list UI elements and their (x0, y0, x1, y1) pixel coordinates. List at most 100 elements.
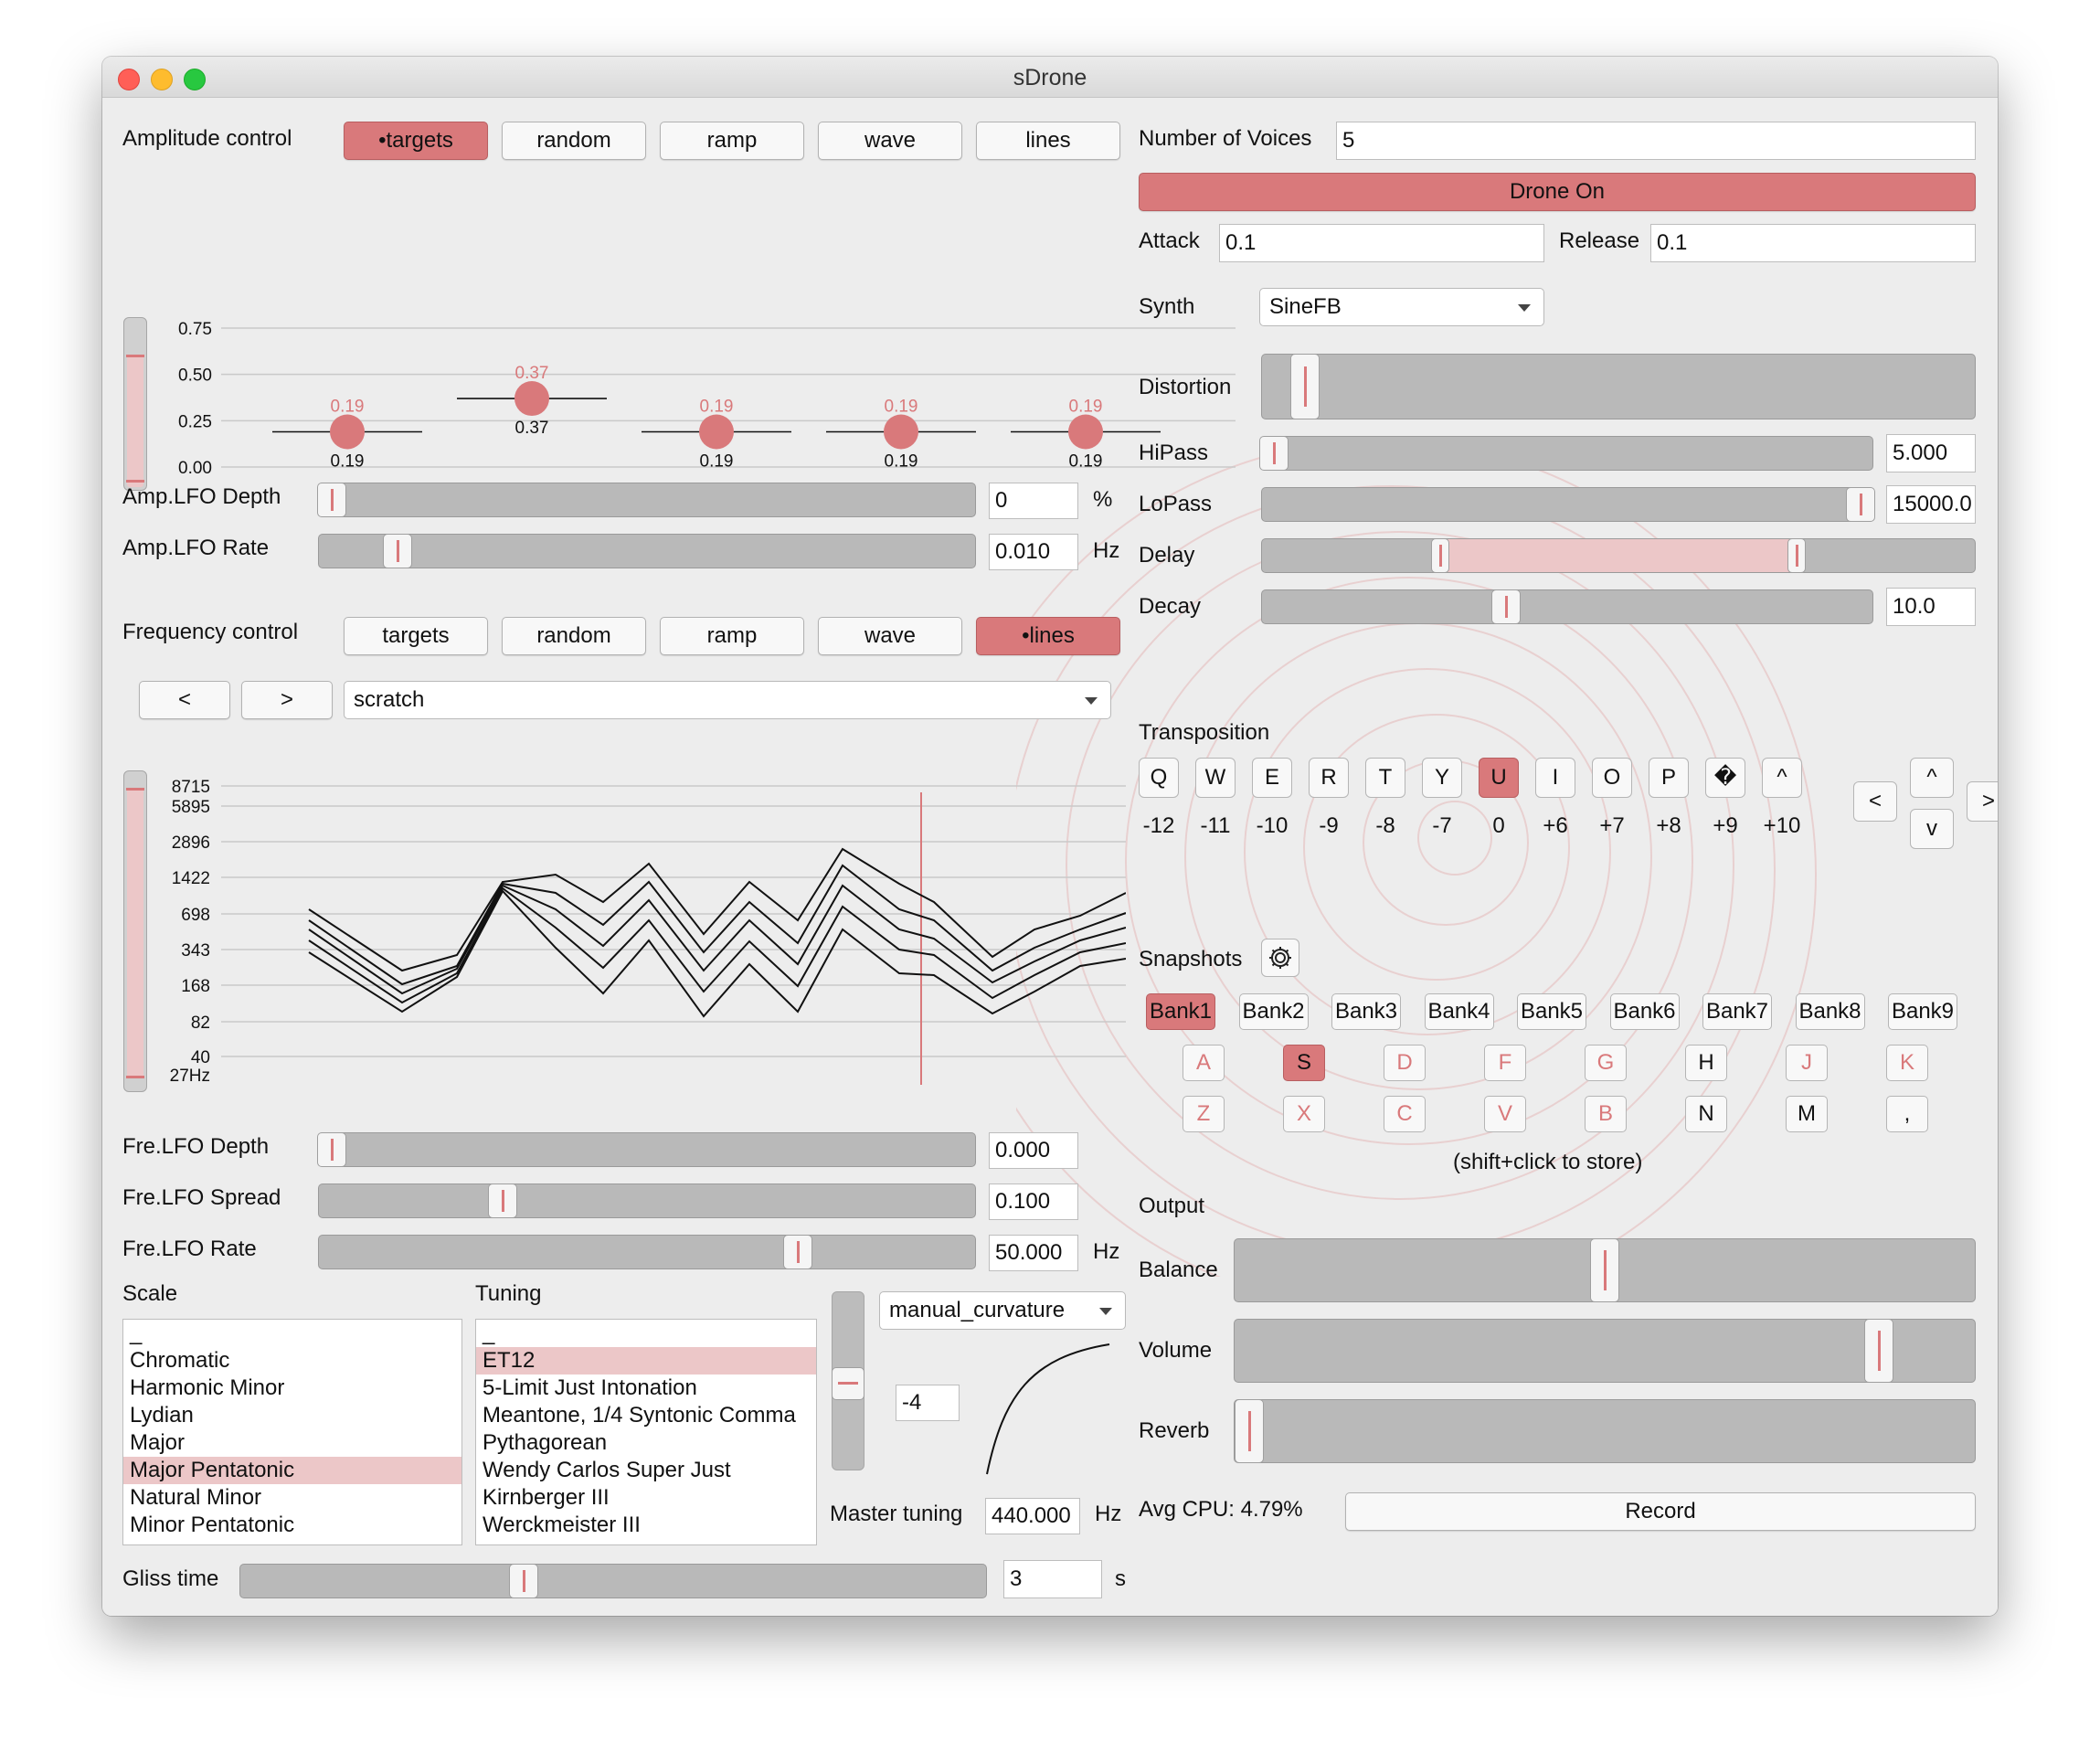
slider-handle[interactable] (1259, 436, 1289, 471)
slider-handle[interactable] (317, 1132, 347, 1167)
frequency-mode-button[interactable]: targets (344, 617, 488, 655)
transpose-key[interactable]: R (1309, 758, 1349, 798)
distortion-slider[interactable] (1261, 354, 1976, 419)
slider-handle[interactable] (383, 534, 413, 568)
transpose-key[interactable]: W (1195, 758, 1236, 798)
snapshot-key[interactable]: Z (1183, 1096, 1225, 1132)
slider-handle[interactable] (1491, 589, 1522, 624)
slider-handle[interactable] (783, 1235, 813, 1269)
lopass-slider[interactable] (1261, 487, 1875, 522)
transpose-up-button[interactable]: ^ (1910, 758, 1954, 798)
snapshot-key[interactable]: K (1886, 1045, 1928, 1081)
transpose-key[interactable]: E (1252, 758, 1292, 798)
attack-input[interactable]: 0.1 (1219, 224, 1544, 262)
target-handle[interactable] (330, 414, 365, 450)
amp-lfo-rate-slider[interactable] (318, 534, 976, 568)
amplitude-mode-button[interactable]: ramp (660, 122, 804, 160)
transpose-left-button[interactable]: < (1853, 781, 1897, 822)
target-handle[interactable] (514, 381, 549, 417)
amp-lfo-rate-input[interactable]: 0.010 (989, 534, 1078, 570)
drone-on-button[interactable]: Drone On (1139, 173, 1976, 211)
scale-item[interactable]: Major Pentatonic (123, 1457, 461, 1484)
tuning-item[interactable]: _ (476, 1320, 816, 1347)
snapshot-key[interactable]: F (1484, 1045, 1526, 1081)
snapshot-key[interactable]: S (1283, 1045, 1325, 1081)
target-handle[interactable] (1068, 414, 1103, 450)
snapshot-key[interactable]: A (1183, 1045, 1225, 1081)
amp-lfo-depth-input[interactable]: 0 (989, 483, 1078, 519)
fre-lfo-spread-input[interactable]: 0.100 (989, 1184, 1078, 1220)
tuning-list[interactable]: _ ET12 5-Limit Just Intonation Meantone, 1/… (475, 1319, 817, 1545)
preset-select[interactable]: scratch (344, 681, 1111, 719)
snapshot-key[interactable]: N (1685, 1096, 1727, 1132)
slider-handle[interactable] (509, 1564, 539, 1598)
curvature-slider[interactable] (832, 1291, 864, 1470)
release-input[interactable]: 0.1 (1650, 224, 1976, 262)
scale-item[interactable]: Lydian (123, 1402, 461, 1429)
hipass-slider[interactable] (1259, 436, 1873, 471)
transpose-key[interactable]: ^ (1762, 758, 1802, 798)
snapshot-bank-button[interactable]: Bank7 (1702, 993, 1772, 1030)
snapshot-bank-button[interactable]: Bank6 (1609, 993, 1680, 1030)
synth-select[interactable]: SineFB (1259, 288, 1544, 326)
scale-item[interactable]: Major (123, 1429, 461, 1457)
lopass-input[interactable]: 15000.0 (1886, 485, 1976, 524)
tuning-item[interactable]: Werckmeister III (476, 1512, 816, 1539)
fre-lfo-rate-input[interactable]: 50.000 (989, 1235, 1078, 1271)
master-tuning-input[interactable]: 440.000 (985, 1498, 1080, 1534)
balance-slider[interactable] (1234, 1238, 1976, 1302)
tuning-item[interactable]: Kirnberger III (476, 1484, 816, 1512)
record-button[interactable]: Record (1345, 1492, 1976, 1531)
snapshot-key[interactable]: D (1384, 1045, 1426, 1081)
slider-handle[interactable] (1845, 487, 1875, 522)
tuning-item[interactable]: 5-Limit Just Intonation (476, 1375, 816, 1402)
snapshot-key[interactable]: , (1886, 1096, 1928, 1132)
transpose-key[interactable]: P (1649, 758, 1689, 798)
tuning-item[interactable]: Wendy Carlos Super Just (476, 1457, 816, 1484)
tuning-item[interactable]: Pythagorean (476, 1429, 816, 1457)
curvature-value-input[interactable]: -4 (896, 1385, 960, 1421)
amplitude-mode-button[interactable]: lines (976, 122, 1120, 160)
delay-range-handle[interactable] (1787, 538, 1806, 573)
target-handle[interactable] (699, 414, 734, 450)
curvature-mode-select[interactable]: manual_curvature (879, 1291, 1126, 1330)
snapshot-key[interactable]: J (1786, 1045, 1828, 1081)
amplitude-mode-button[interactable]: random (502, 122, 646, 160)
slider-handle[interactable] (488, 1184, 518, 1218)
snapshot-key[interactable]: C (1384, 1096, 1426, 1132)
slider-handle[interactable] (317, 483, 347, 517)
tuning-item[interactable]: Meantone, 1/4 Syntonic Comma (476, 1402, 816, 1429)
amplitude-targets-plot[interactable]: 0.75 0.50 0.25 0.00 0.19 0.19 0.37 0.37 0.19 0.19… (157, 308, 1236, 500)
amplitude-mode-button[interactable]: wave (818, 122, 962, 160)
transpose-right-button[interactable]: > (1967, 781, 1998, 822)
transpose-down-button[interactable]: v (1910, 809, 1954, 849)
fre-lfo-spread-slider[interactable] (318, 1184, 976, 1218)
slider-handle[interactable] (1863, 1319, 1893, 1383)
scale-list[interactable]: _ Chromatic Harmonic Minor Lydian Major Major… (122, 1319, 462, 1545)
scale-item[interactable]: Harmonic Minor (123, 1375, 461, 1402)
amplitude-master-slider[interactable] (123, 317, 147, 491)
snapshot-key[interactable]: X (1283, 1096, 1325, 1132)
snapshot-bank-button[interactable]: Bank5 (1517, 993, 1586, 1030)
snapshot-bank-button[interactable]: Bank1 (1146, 993, 1215, 1030)
tuning-item[interactable]: ET12 (476, 1347, 816, 1375)
frequency-mode-button[interactable]: wave (818, 617, 962, 655)
frequency-mode-button[interactable]: ramp (660, 617, 804, 655)
snapshot-bank-button[interactable]: Bank4 (1424, 993, 1494, 1030)
transpose-key[interactable]: I (1535, 758, 1575, 798)
transpose-key[interactable]: O (1592, 758, 1632, 798)
amp-lfo-depth-slider[interactable] (317, 483, 976, 517)
volume-slider[interactable] (1234, 1319, 1976, 1383)
snapshot-key[interactable]: V (1484, 1096, 1526, 1132)
decay-slider[interactable] (1261, 589, 1873, 624)
transpose-key[interactable]: U (1479, 758, 1519, 798)
snapshot-bank-button[interactable]: Bank9 (1888, 993, 1957, 1030)
gliss-time-input[interactable]: 3 (1003, 1560, 1102, 1598)
decay-input[interactable]: 10.0 (1886, 588, 1976, 626)
delay-range-slider[interactable] (1261, 538, 1976, 573)
snapshot-key[interactable]: B (1585, 1096, 1627, 1132)
scale-item[interactable]: _ (123, 1320, 461, 1347)
transpose-key[interactable]: � (1705, 758, 1745, 798)
hipass-input[interactable]: 5.000 (1886, 434, 1976, 472)
snapshot-bank-button[interactable]: Bank8 (1795, 993, 1865, 1030)
